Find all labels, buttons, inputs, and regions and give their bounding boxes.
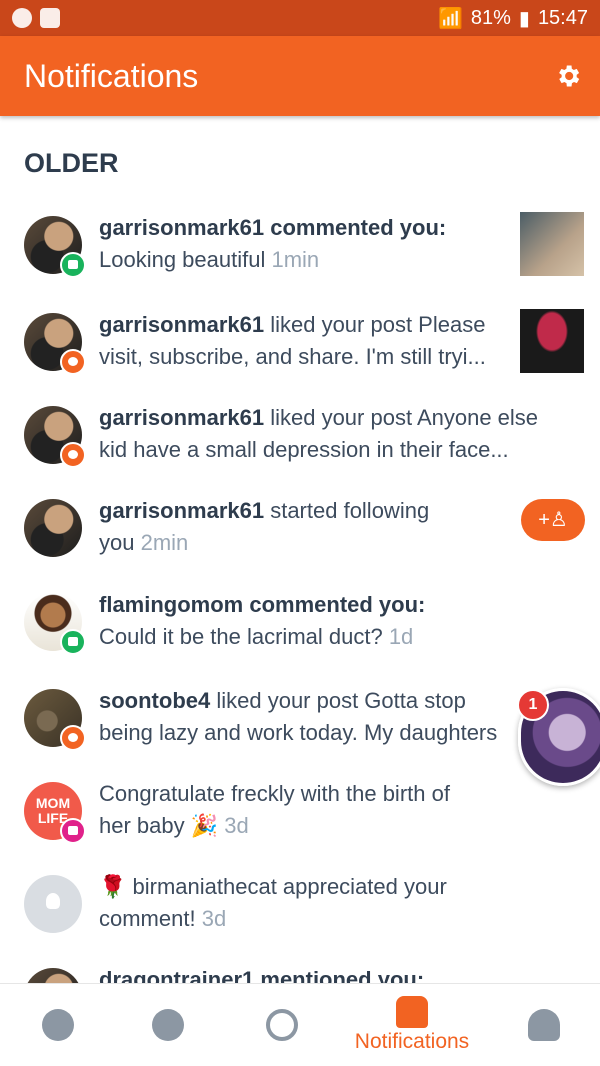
status-bar: 📶 81% ▮ 15:47: [0, 0, 600, 36]
notification-text: flamingomom commented you: Could it be th…: [99, 592, 426, 649]
status-right: 📶 81% ▮ 15:47: [438, 6, 588, 31]
messenger-icon: [12, 8, 32, 28]
default-avatar-icon[interactable]: [24, 875, 82, 933]
tab-feed[interactable]: [262, 984, 302, 1066]
comment-badge-icon: [60, 629, 86, 655]
notification-text: garrisonmark61 liked your post Please vi…: [99, 312, 486, 369]
tab-profile[interactable]: [524, 984, 564, 1066]
idea-badge-icon: [60, 818, 86, 844]
app-bar: Notifications: [0, 36, 600, 116]
page-title: Notifications: [24, 58, 199, 94]
bottom-tab-bar: Notifications: [0, 983, 600, 1066]
tab-announcements[interactable]: [38, 984, 78, 1066]
chat-bubble-icon: [152, 1009, 184, 1041]
comment-badge-icon: [60, 252, 86, 278]
tab-notifications[interactable]: Notifications: [340, 984, 484, 1066]
person-icon: [528, 1009, 560, 1041]
notification-text: garrisonmark61 commented you: Looking bea…: [99, 215, 447, 272]
heart-badge-icon: [60, 442, 86, 468]
notification-text: garrisonmark61 started following you 2mi…: [99, 498, 430, 555]
bell-icon: [396, 996, 428, 1028]
status-left-icons: [12, 8, 60, 28]
battery-level: 81%: [470, 7, 511, 29]
post-thumbnail[interactable]: [520, 212, 584, 276]
wifi-icon: 📶: [437, 8, 463, 30]
tab-messages[interactable]: [148, 984, 188, 1066]
follow-back-button[interactable]: +♙: [521, 499, 585, 541]
avatar[interactable]: [24, 499, 82, 557]
gear-icon[interactable]: [554, 62, 582, 90]
notification-text: soontobe4 liked your post Gotta stop bei…: [99, 688, 498, 745]
section-title: OLDER: [24, 148, 119, 178]
notification-text: Congratulate freckly with the birth of h…: [99, 781, 450, 838]
notification-text: 🌹 birmaniathecat appreciated your commen…: [99, 874, 447, 931]
activity-icon: [40, 8, 60, 28]
battery-icon: ▮: [518, 8, 530, 30]
megaphone-icon: [42, 1009, 74, 1041]
avatar[interactable]: [24, 968, 82, 983]
notification-text: dragontrainer1 mentioned you:: [99, 967, 425, 983]
chat-head-count-badge: 1: [517, 689, 549, 721]
post-thumbnail[interactable]: [520, 309, 584, 373]
heart-badge-icon: [60, 349, 86, 375]
tab-notifications-label: Notifications: [354, 1030, 470, 1053]
clock: 15:47: [537, 7, 588, 29]
notification-text: garrisonmark61 liked your post Anyone el…: [99, 405, 539, 462]
heart-badge-icon: [60, 725, 86, 751]
target-icon: [266, 1009, 298, 1041]
list-item[interactable]: dragontrainer1 mentioned you:: [0, 964, 600, 983]
